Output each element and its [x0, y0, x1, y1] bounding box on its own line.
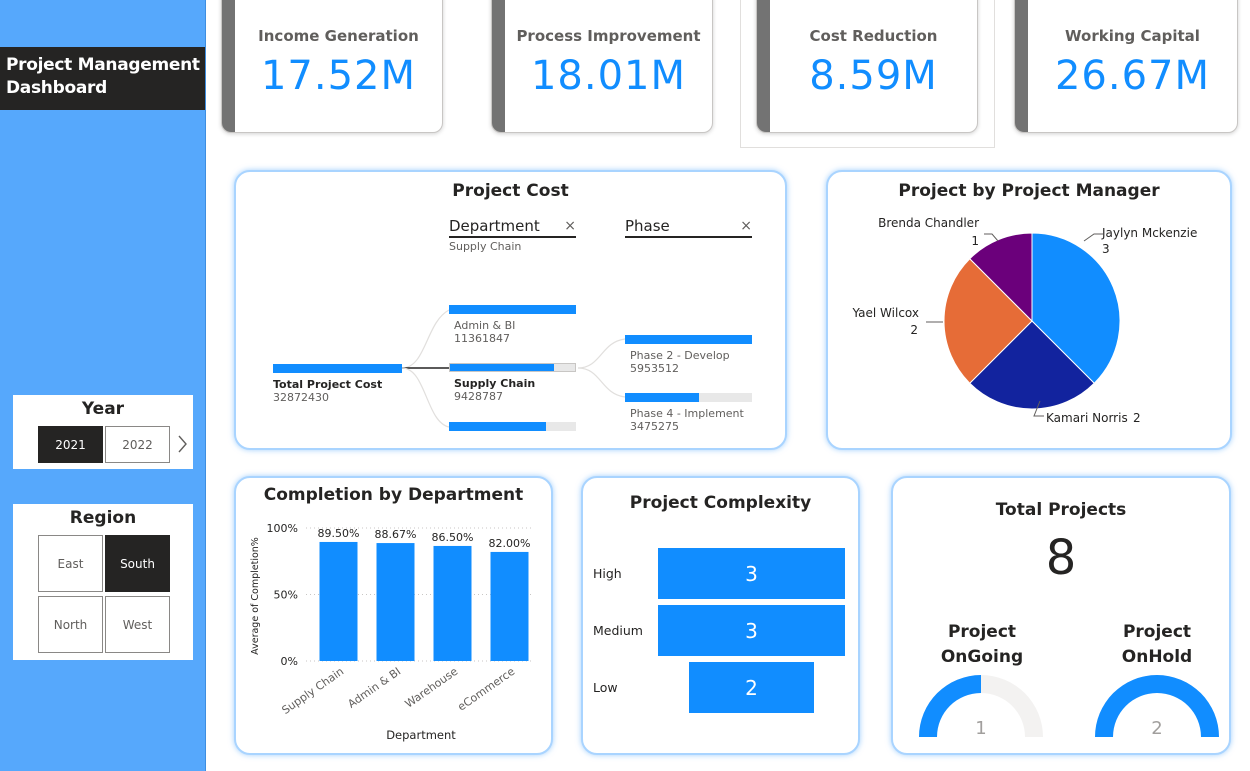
onhold-gauge-value: 2 — [1151, 718, 1162, 739]
region-slicer-title: Region — [69, 508, 137, 528]
tree-node-bar — [449, 305, 576, 314]
year-slicer-title: Year — [81, 399, 125, 419]
dashboard-title-line2: Dashboard — [6, 78, 107, 98]
ongoing-gauge-value: 1 — [975, 718, 986, 739]
tree-node-total[interactable]: Total Project Cost 32872430 — [273, 364, 402, 404]
project-cost-panel: Project Cost Department × Supply Chain P… — [234, 170, 787, 450]
bar-ecommerce[interactable] — [490, 551, 529, 661]
funnel-bar-low[interactable]: 2 — [689, 662, 814, 713]
dashboard-title-line1: Project Management — [6, 55, 200, 75]
pie-label-value: 2 — [1133, 411, 1141, 425]
funnel-label-medium: Medium — [593, 623, 643, 638]
dashboard-title: Project Management Dashboard — [0, 47, 205, 110]
tree-node-label: Supply Chain — [454, 377, 536, 390]
kpi-card-cost-reduction: Cost Reduction 8.59M — [756, 0, 978, 133]
pm-pie-chart: Jaylyn Mckenzie 3 Kamari Norris 2 Yael W… — [851, 216, 1197, 425]
funnel-bar-high[interactable]: 3 — [658, 548, 845, 599]
region-option-west[interactable]: West — [105, 596, 170, 653]
pie-label-value: 3 — [1102, 242, 1110, 256]
tree-node-label: Admin & BI — [454, 319, 516, 332]
tree-node-value: 5953512 — [630, 362, 679, 375]
tree-node-value: 32872430 — [273, 391, 329, 404]
chevron-right-icon[interactable] — [174, 433, 190, 455]
gauge-fill — [919, 675, 981, 737]
region-option-south[interactable]: South — [105, 535, 170, 592]
total-projects-panel: Total Projects 8 Project OnGoing Project… — [891, 476, 1231, 755]
pie-label-value: 1 — [971, 234, 979, 248]
bar-data-label: 82.00% — [489, 537, 531, 550]
bar-supply-chain[interactable] — [319, 541, 358, 661]
bar-data-label: 89.50% — [318, 527, 360, 540]
tree-node-bar — [449, 422, 546, 431]
pie-label-value: 2 — [910, 323, 918, 337]
region-option-north[interactable]: North — [38, 596, 103, 653]
kpi-card-process-improvement: Process Improvement 18.01M — [491, 0, 713, 133]
pie-label-name: Kamari Norris — [1046, 411, 1128, 425]
tree-node-value: 9428787 — [454, 390, 503, 403]
tree-node-phase-2[interactable]: Phase 2 - Develop 5953512 — [625, 335, 752, 375]
y-tick-label: 100% — [267, 522, 298, 535]
completion-panel: Completion by Department 0% 50% 100% 89.50… — [234, 476, 553, 755]
completion-bar-chart: 0% 50% 100% 89.50% Supply Chain 88.67% Admin … — [250, 522, 534, 742]
bar-data-label: 86.50% — [432, 531, 474, 544]
complexity-title: Project Complexity — [629, 493, 812, 513]
complexity-panel: Project Complexity High 3 Medium 3 Low 2 — [581, 476, 860, 755]
x-tick-label: Supply Chain — [279, 665, 346, 717]
year-option-2022[interactable]: 2022 — [105, 426, 170, 463]
year-option-2021[interactable]: 2021 — [38, 426, 103, 463]
tree-node-value: 11361847 — [454, 332, 510, 345]
funnel-bar-medium[interactable]: 3 — [658, 605, 845, 656]
region-option-east[interactable]: East — [38, 535, 103, 592]
funnel-label-high: High — [593, 566, 622, 581]
x-tick-label: Admin & BI — [345, 665, 403, 711]
kpi-label: Working Capital — [1065, 27, 1200, 45]
kpi-card-income-generation: Income Generation 17.52M — [221, 0, 443, 133]
tree-node-bar — [273, 364, 402, 373]
y-tick-label: 0% — [281, 655, 298, 668]
pie-label-name: Brenda Chandler — [878, 216, 979, 230]
pm-pie-panel: Project by Project Manager Jaylyn Mckenz… — [826, 170, 1232, 450]
leader-line — [1083, 233, 1103, 242]
kpi-value: 8.59M — [809, 53, 938, 99]
status-gauges: 1 2 — [919, 675, 1219, 739]
tree-node-bar — [625, 393, 699, 402]
bar-data-label: 88.67% — [375, 528, 417, 541]
tree-node-value: 3475275 — [630, 420, 679, 433]
tree-node-label: Total Project Cost — [273, 378, 383, 391]
tree-node-label: Phase 2 - Develop — [630, 349, 730, 362]
tree-node-admin-bi[interactable]: Admin & BI 11361847 — [449, 305, 576, 345]
y-tick-label: 50% — [274, 589, 298, 602]
pie-label-name: Jaylyn Mckenzie — [1101, 226, 1197, 240]
leader-line — [984, 233, 999, 242]
bar-warehouse[interactable] — [433, 545, 472, 661]
kpi-label: Cost Reduction — [809, 27, 938, 45]
tree-node-bar — [450, 364, 554, 371]
year-slicer: Year 2021 2022 — [13, 395, 193, 469]
tree-node-phase-4[interactable]: Phase 4 - Implement 3475275 — [625, 393, 752, 433]
tree-node-supply-chain[interactable]: Supply Chain 9428787 — [449, 363, 576, 403]
funnel-label-low: Low — [593, 680, 618, 695]
kpi-value: 17.52M — [260, 53, 417, 99]
x-tick-label: Warehouse — [403, 665, 461, 711]
y-axis-title: Average of Completion% — [250, 537, 261, 655]
kpi-label: Income Generation — [258, 27, 419, 45]
pie-label-name: Yael Wilcox — [851, 306, 919, 320]
tree-node-label: Phase 4 - Implement — [630, 407, 744, 420]
bar-admin-bi[interactable] — [376, 543, 415, 661]
x-tick-label: eCommerce — [455, 665, 517, 714]
kpi-label: Process Improvement — [516, 27, 701, 45]
kpi-value: 26.67M — [1054, 53, 1211, 99]
x-axis-title: Department — [386, 728, 456, 742]
tree-node-bar — [625, 335, 752, 344]
kpi-card-working-capital: Working Capital 26.67M — [1014, 0, 1238, 133]
kpi-value: 18.01M — [530, 53, 687, 99]
tree-node-department-3[interactable] — [449, 422, 576, 431]
region-slicer: Region East South North West — [13, 504, 193, 660]
